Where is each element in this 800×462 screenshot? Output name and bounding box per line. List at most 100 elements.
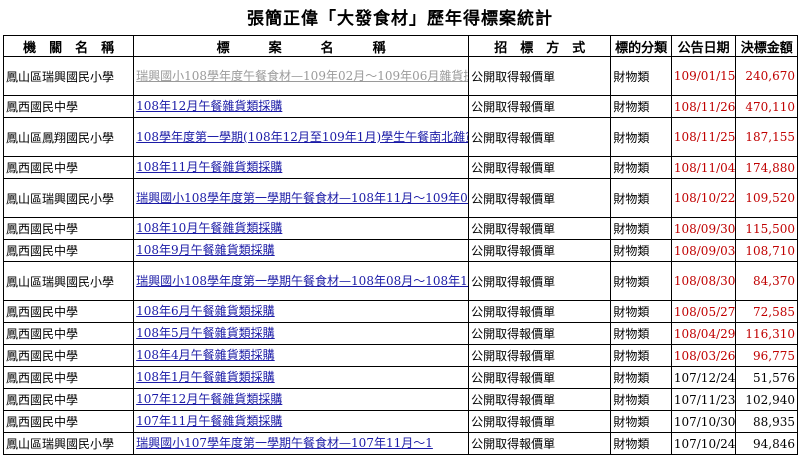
category-cell: 財物類 (610, 388, 672, 411)
table-row: 鳳西國民中學 108年12月午餐雜貨類採購 公開取得報價單 財物類 108/11/26 4… (2, 95, 798, 118)
table-row: 鳳西國民中學 108年5月午餐雜貨類採購 公開取得報價單 財物類 108/04/29 11… (2, 322, 798, 345)
project-link[interactable]: 107年11月午餐雜貨類採購 (136, 414, 282, 428)
amount-cell: 109,520 (735, 178, 798, 218)
category-cell: 財物類 (610, 344, 672, 367)
project-link[interactable]: 瑞興國小108學年度午餐食材—109年02月～109年06月雜貨採購 (136, 69, 467, 83)
project-cell: 107年12月午餐雜貨類採購 (133, 388, 470, 411)
table-row: 鳳西國民中學 107年12月午餐雜貨類採購 公開取得報價單 財物類 107/11/23 1… (2, 388, 798, 411)
category-cell: 財物類 (610, 156, 672, 179)
amount-cell: 51,576 (735, 366, 798, 389)
category-cell: 財物類 (610, 322, 672, 345)
org-cell: 鳳山區瑞興國民小學 (2, 56, 135, 96)
method-cell: 公開取得報價單 (468, 261, 612, 301)
amount-cell: 96,775 (735, 344, 798, 367)
table-row: 鳳西國民中學 108年11月午餐雜貨類採購 公開取得報價單 財物類 108/11/04 1… (2, 156, 798, 179)
project-cell: 瑞興國小108學年度第一學期午餐食材—108年11月～109年01月雜貨採購 (133, 178, 470, 218)
method-cell: 公開取得報價單 (468, 432, 612, 455)
project-cell: 108年10月午餐雜貨類採購 (133, 217, 470, 240)
amount-cell: 116,310 (735, 322, 798, 345)
org-cell: 鳳西國民中學 (2, 366, 135, 389)
project-link[interactable]: 108年11月午餐雜貨類採購 (136, 160, 282, 174)
method-cell: 公開取得報價單 (468, 217, 612, 240)
project-cell: 108年4月午餐雜貨類採購 (133, 344, 470, 367)
project-link[interactable]: 108年1月午餐雜貨類採購 (136, 370, 275, 384)
project-link[interactable]: 瑞興國小108學年度第一學期午餐食材—108年08月～108年10月雜貨採購 (136, 274, 467, 288)
method-cell: 公開取得報價單 (468, 56, 612, 96)
category-cell: 財物類 (610, 178, 672, 218)
amount-cell: 84,370 (735, 261, 798, 301)
method-cell: 公開取得報價單 (468, 322, 612, 345)
date-cell: 107/10/30 (670, 410, 737, 433)
org-cell: 鳳西國民中學 (2, 410, 135, 433)
date-cell: 107/12/24 (670, 366, 737, 389)
org-cell: 鳳西國民中學 (2, 239, 135, 262)
table-row: 鳳西國民中學 108年9月午餐雜貨類採購 公開取得報價單 財物類 108/09/03 10… (2, 239, 798, 262)
date-cell: 107/10/24 (670, 432, 737, 455)
category-cell: 財物類 (610, 300, 672, 323)
tender-table: 機 關 名 稱 標 案 名 稱 招 標 方 式 標的分類 公告日期 決標金額 鳳… (2, 35, 798, 455)
category-cell: 財物類 (610, 217, 672, 240)
date-cell: 108/10/22 (670, 178, 737, 218)
method-cell: 公開取得報價單 (468, 178, 612, 218)
project-cell: 108年5月午餐雜貨類採購 (133, 322, 470, 345)
header-amount: 決標金額 (735, 35, 798, 57)
header-method: 招 標 方 式 (468, 35, 612, 57)
org-cell: 鳳西國民中學 (2, 388, 135, 411)
table-row: 鳳山區瑞興國民小學 瑞興國小108學年度第一學期午餐食材—108年11月～109年… (2, 178, 798, 218)
org-cell: 鳳西國民中學 (2, 156, 135, 179)
project-link[interactable]: 108年10月午餐雜貨類採購 (136, 221, 282, 235)
page-title: 張簡正偉「大發食材」歷年得標案統計 (247, 9, 553, 29)
org-cell: 鳳西國民中學 (2, 300, 135, 323)
table-row: 鳳山區瑞興國民小學 瑞興國小107學年度第一學期午餐食材—107年11月～1 公開取… (2, 432, 798, 455)
category-cell: 財物類 (610, 56, 672, 96)
method-cell: 公開取得報價單 (468, 95, 612, 118)
project-link[interactable]: 108年9月午餐雜貨類採購 (136, 243, 275, 257)
org-cell: 鳳山區瑞興國民小學 (2, 261, 135, 301)
project-link[interactable]: 108年6月午餐雜貨類採購 (136, 304, 275, 318)
project-cell: 瑞興國小108學年度第一學期午餐食材—108年08月～108年10月雜貨採購 (133, 261, 470, 301)
amount-cell: 240,670 (735, 56, 798, 96)
header-date: 公告日期 (670, 35, 737, 57)
project-cell: 108年12月午餐雜貨類採購 (133, 95, 470, 118)
date-cell: 109/01/15 (670, 56, 737, 96)
amount-cell: 72,585 (735, 300, 798, 323)
method-cell: 公開取得報價單 (468, 156, 612, 179)
method-cell: 公開取得報價單 (468, 117, 612, 157)
project-link[interactable]: 瑞興國小108學年度第一學期午餐食材—108年11月～109年01月雜貨採購 (136, 191, 467, 205)
amount-cell: 108,710 (735, 239, 798, 262)
date-cell: 108/04/29 (670, 322, 737, 345)
method-cell: 公開取得報價單 (468, 300, 612, 323)
table-row: 鳳西國民中學 108年4月午餐雜貨類採購 公開取得報價單 財物類 108/03/26 96… (2, 344, 798, 367)
date-cell: 108/11/25 (670, 117, 737, 157)
project-link[interactable]: 108年12月午餐雜貨類採購 (136, 99, 282, 113)
project-cell: 瑞興國小107學年度第一學期午餐食材—107年11月～1 (133, 432, 470, 455)
org-cell: 鳳山區瑞興國民小學 (2, 178, 135, 218)
amount-cell: 470,110 (735, 95, 798, 118)
project-link[interactable]: 108年4月午餐雜貨類採購 (136, 348, 275, 362)
date-cell: 108/09/30 (670, 217, 737, 240)
project-cell: 108學年度第一學期(108年12月至109年1月)學生午餐南北雜貨類、蛋類、豆… (133, 117, 470, 157)
method-cell: 公開取得報價單 (468, 410, 612, 433)
amount-cell: 174,880 (735, 156, 798, 179)
project-link[interactable]: 108年5月午餐雜貨類採購 (136, 326, 275, 340)
method-cell: 公開取得報價單 (468, 344, 612, 367)
project-link[interactable]: 瑞興國小107學年度第一學期午餐食材—107年11月～1 (136, 436, 433, 450)
project-cell: 108年6月午餐雜貨類採購 (133, 300, 470, 323)
category-cell: 財物類 (610, 261, 672, 301)
method-cell: 公開取得報價單 (468, 388, 612, 411)
project-cell: 108年11月午餐雜貨類採購 (133, 156, 470, 179)
project-link[interactable]: 108學年度第一學期(108年12月至109年1月)學生午餐南北雜貨類、蛋類、豆… (136, 130, 467, 144)
date-cell: 108/03/26 (670, 344, 737, 367)
header-category: 標的分類 (610, 35, 672, 57)
table-row: 鳳西國民中學 107年11月午餐雜貨類採購 公開取得報價單 財物類 107/10/30 8… (2, 410, 798, 433)
project-link[interactable]: 107年12月午餐雜貨類採購 (136, 392, 282, 406)
method-cell: 公開取得報價單 (468, 239, 612, 262)
amount-cell: 115,500 (735, 217, 798, 240)
amount-cell: 94,846 (735, 432, 798, 455)
org-cell: 鳳山區鳳翔國民小學 (2, 117, 135, 157)
amount-cell: 102,940 (735, 388, 798, 411)
table-row: 鳳山區鳳翔國民小學 108學年度第一學期(108年12月至109年1月)學生午餐南… (2, 117, 798, 157)
header-project: 標 案 名 稱 (133, 35, 470, 57)
org-cell: 鳳山區瑞興國民小學 (2, 432, 135, 455)
date-cell: 108/08/30 (670, 261, 737, 301)
